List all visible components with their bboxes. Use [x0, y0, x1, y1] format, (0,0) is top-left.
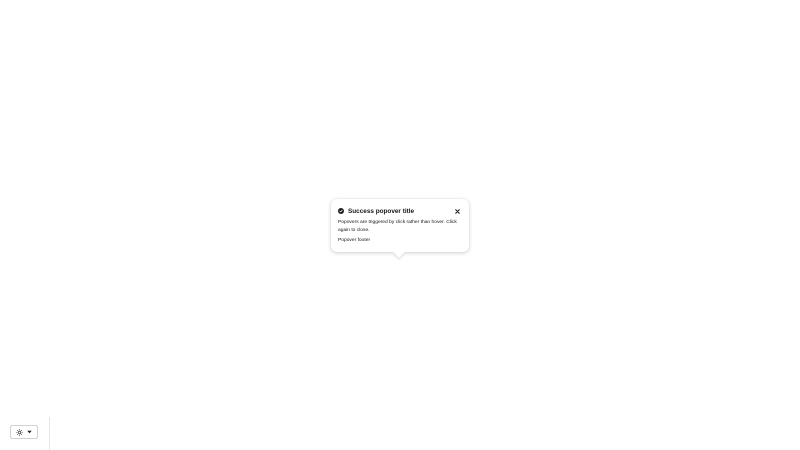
theme-switcher-button[interactable] [10, 425, 38, 439]
popover-footer: Popover footer [338, 238, 371, 244]
vertical-divider [49, 417, 50, 450]
popover-body: Popovers are triggered by click rather t… [338, 220, 457, 233]
check-circle-icon [338, 208, 344, 214]
close-button[interactable] [453, 207, 461, 215]
popover-header: Success popover title [338, 206, 462, 216]
page-canvas: Success popover title Popovers are trigg… [0, 0, 800, 450]
popover-title: Success popover title [348, 207, 415, 215]
close-icon [454, 208, 460, 214]
sun-icon [16, 428, 23, 436]
success-popover: Success popover title Popovers are trigg… [331, 199, 469, 258]
popover-arrow [393, 246, 405, 258]
caret-down-icon [27, 430, 32, 434]
